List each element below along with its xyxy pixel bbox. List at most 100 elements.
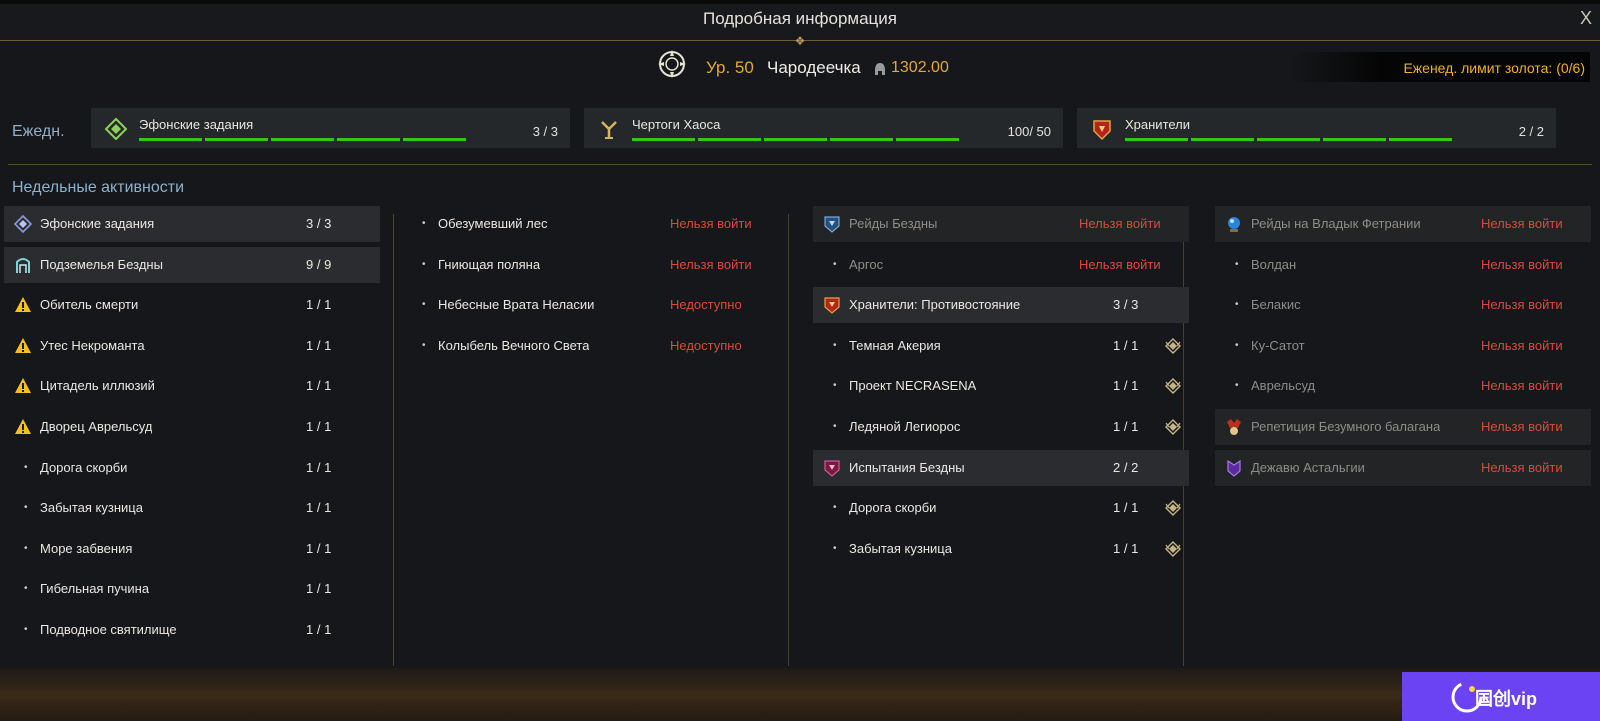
activity-row[interactable]: Рейды Бездны Нельзя войти (813, 206, 1189, 242)
activity-name: Хранители: Противостояние (849, 297, 1021, 313)
activity-row[interactable]: • Аргос Нельзя войти (813, 247, 1189, 283)
activity-count: 1 / 1 (1113, 419, 1139, 434)
activity-row[interactable]: Репетиция Безумного балагана Нельзя войти (1215, 409, 1591, 445)
activity-name: Темная Акерия (849, 337, 941, 353)
activity-name: Волдан (1251, 256, 1297, 272)
daily-card-chaos-gate[interactable]: Чертоги Хаоса 100/ 50 (584, 108, 1063, 148)
activity-row[interactable]: • Колыбель Вечного Света Недоступно (402, 328, 778, 364)
activity-row[interactable]: • Ледяной Легиорос 1 / 1 (813, 409, 1189, 445)
activity-count: 3 / 3 (306, 216, 332, 231)
activity-row[interactable]: Цитадель иллюзий 1 / 1 (4, 368, 380, 404)
activity-row[interactable]: • Дорога скорби 1 / 1 (813, 490, 1189, 526)
activity-row[interactable]: Дежавю Астальгии Нельзя войти (1215, 449, 1591, 486)
item-level-helmet-icon (875, 63, 885, 75)
activity-count: 1 / 1 (1113, 337, 1139, 353)
bullet-icon: • (24, 502, 28, 514)
activity-status: Нельзя войти (1481, 459, 1563, 475)
activity-name: Гниющая поляна (438, 256, 541, 272)
activity-name: Рейды на Владык Фетрании (1251, 216, 1421, 231)
activity-count: 1 / 1 (1113, 500, 1139, 516)
activity-count: 1 / 1 (306, 459, 332, 475)
close-button[interactable]: X (1580, 8, 1592, 29)
detail-info-panel: Подробная информация X ❖ Ур. 50 Чародееч… (0, 4, 1600, 668)
activity-row[interactable]: Подземелья Бездны 9 / 9 (4, 246, 380, 283)
abyss-trial-icon (823, 459, 841, 477)
activity-name: Ледяной Легиорос (849, 419, 961, 434)
activity-row[interactable]: • Аврельсуд Нельзя войти (1215, 368, 1591, 404)
bullet-icon: • (1235, 258, 1239, 270)
backdrop-bottom (0, 668, 1600, 721)
reward-diamond-icon (1165, 419, 1181, 435)
activity-row[interactable]: • Дорога скорби 1 / 1 (4, 450, 380, 486)
activity-row[interactable]: • Волдан Нельзя войти (1215, 247, 1591, 283)
warning-icon (14, 296, 32, 314)
activity-status: Нельзя войти (1481, 297, 1563, 313)
activity-status: Нельзя войти (1481, 216, 1563, 231)
sorceress-class-icon (658, 50, 686, 78)
activity-row[interactable]: • Небесные Врата Неласии Недоступно (402, 287, 778, 323)
activity-row[interactable]: Испытания Бездны 2 / 2 (813, 449, 1189, 486)
activity-row[interactable]: • Проект NECRASENA 1 / 1 (813, 368, 1189, 404)
activity-name: Забытая кузница (849, 540, 952, 556)
character-level: Ур. 50 (706, 58, 754, 77)
activity-status: Недоступно (670, 337, 742, 353)
activity-name: Белакис (1251, 297, 1301, 313)
activity-row[interactable]: • Подводное святилище 1 / 1 (4, 612, 380, 648)
bullet-icon: • (833, 421, 837, 432)
bullet-icon: • (833, 380, 837, 392)
bullet-icon: • (422, 339, 426, 351)
daily-count: 100/ 50 (1007, 124, 1051, 139)
activity-name: Колыбель Вечного Света (438, 337, 590, 353)
activity-name: Утес Некроманта (40, 337, 145, 353)
game-ui-root: Подробная информация X ❖ Ур. 50 Чародееч… (0, 0, 1600, 721)
activity-count: 1 / 1 (306, 500, 332, 516)
activity-status: Нельзя войти (1481, 419, 1563, 434)
bullet-icon: • (833, 542, 837, 554)
abyss-gate-icon (14, 256, 32, 274)
activity-name: Эфонские задания (40, 216, 155, 231)
item-level-value: 1302.00 (891, 59, 949, 76)
column-divider (393, 214, 394, 666)
activity-name: Море забвения (40, 540, 133, 556)
quest-diamond-icon (13, 214, 33, 234)
daily-name: Эфонские задания (139, 117, 254, 132)
activity-name: Испытания Бездны (849, 459, 965, 475)
daily-progress-bars (139, 138, 466, 141)
activity-name: Гибельная пучина (40, 581, 150, 597)
activity-count: 1 / 1 (306, 581, 332, 597)
activity-row[interactable]: • Забытая кузница 1 / 1 (813, 531, 1189, 567)
activity-status: Нельзя войти (1481, 256, 1563, 272)
activity-row[interactable]: Эфонские задания 3 / 3 (4, 206, 380, 242)
activity-count: 3 / 3 (1113, 297, 1139, 313)
reward-diamond-icon (1165, 337, 1181, 354)
activity-row[interactable]: • Темная Акерия 1 / 1 (813, 328, 1189, 364)
activity-row[interactable]: • Море забвения 1 / 1 (4, 531, 380, 567)
activity-count: 1 / 1 (306, 540, 332, 556)
activity-count: 1 / 1 (306, 419, 332, 434)
reward-diamond-icon (1165, 500, 1181, 517)
daily-card-chaos-dungeon[interactable]: Эфонские задания 3 / 3 (91, 108, 570, 148)
activity-status: Нельзя войти (1481, 378, 1563, 394)
bullet-icon: • (833, 258, 837, 270)
activity-name: Дворец Аврельсуд (40, 419, 153, 434)
activity-row[interactable]: • Белакис Нельзя войти (1215, 287, 1591, 323)
activity-row[interactable]: • Забытая кузница 1 / 1 (4, 490, 380, 526)
bullet-icon: • (422, 299, 426, 311)
bullet-icon: • (422, 218, 426, 229)
activity-status: Нельзя войти (1481, 337, 1563, 353)
activity-row[interactable]: Утес Некроманта 1 / 1 (4, 328, 380, 364)
activity-row[interactable]: Обитель смерти 1 / 1 (4, 287, 380, 323)
activity-row[interactable]: • Гибельная пучина 1 / 1 (4, 571, 380, 607)
watermark-badge: 国创vip (1402, 672, 1600, 721)
activity-row[interactable]: Хранители: Противостояние 3 / 3 (813, 287, 1189, 324)
activity-row[interactable]: Рейды на Владык Фетрании Нельзя войти (1215, 206, 1591, 242)
activity-name: Репетиция Безумного балагана (1251, 419, 1441, 434)
daily-card-guardian[interactable]: Хранители 2 / 2 (1077, 108, 1556, 148)
activity-name: Обезумевший лес (438, 216, 548, 231)
activity-row[interactable]: • Гниющая поляна Нельзя войти (402, 247, 778, 283)
activity-row[interactable]: • Ку-Сатот Нельзя войти (1215, 328, 1591, 364)
activity-row[interactable]: Дворец Аврельсуд 1 / 1 (4, 409, 380, 445)
character-name: Чародеечка (767, 58, 861, 77)
warning-icon (14, 337, 32, 355)
activity-row[interactable]: • Обезумевший лес Нельзя войти (402, 206, 778, 242)
